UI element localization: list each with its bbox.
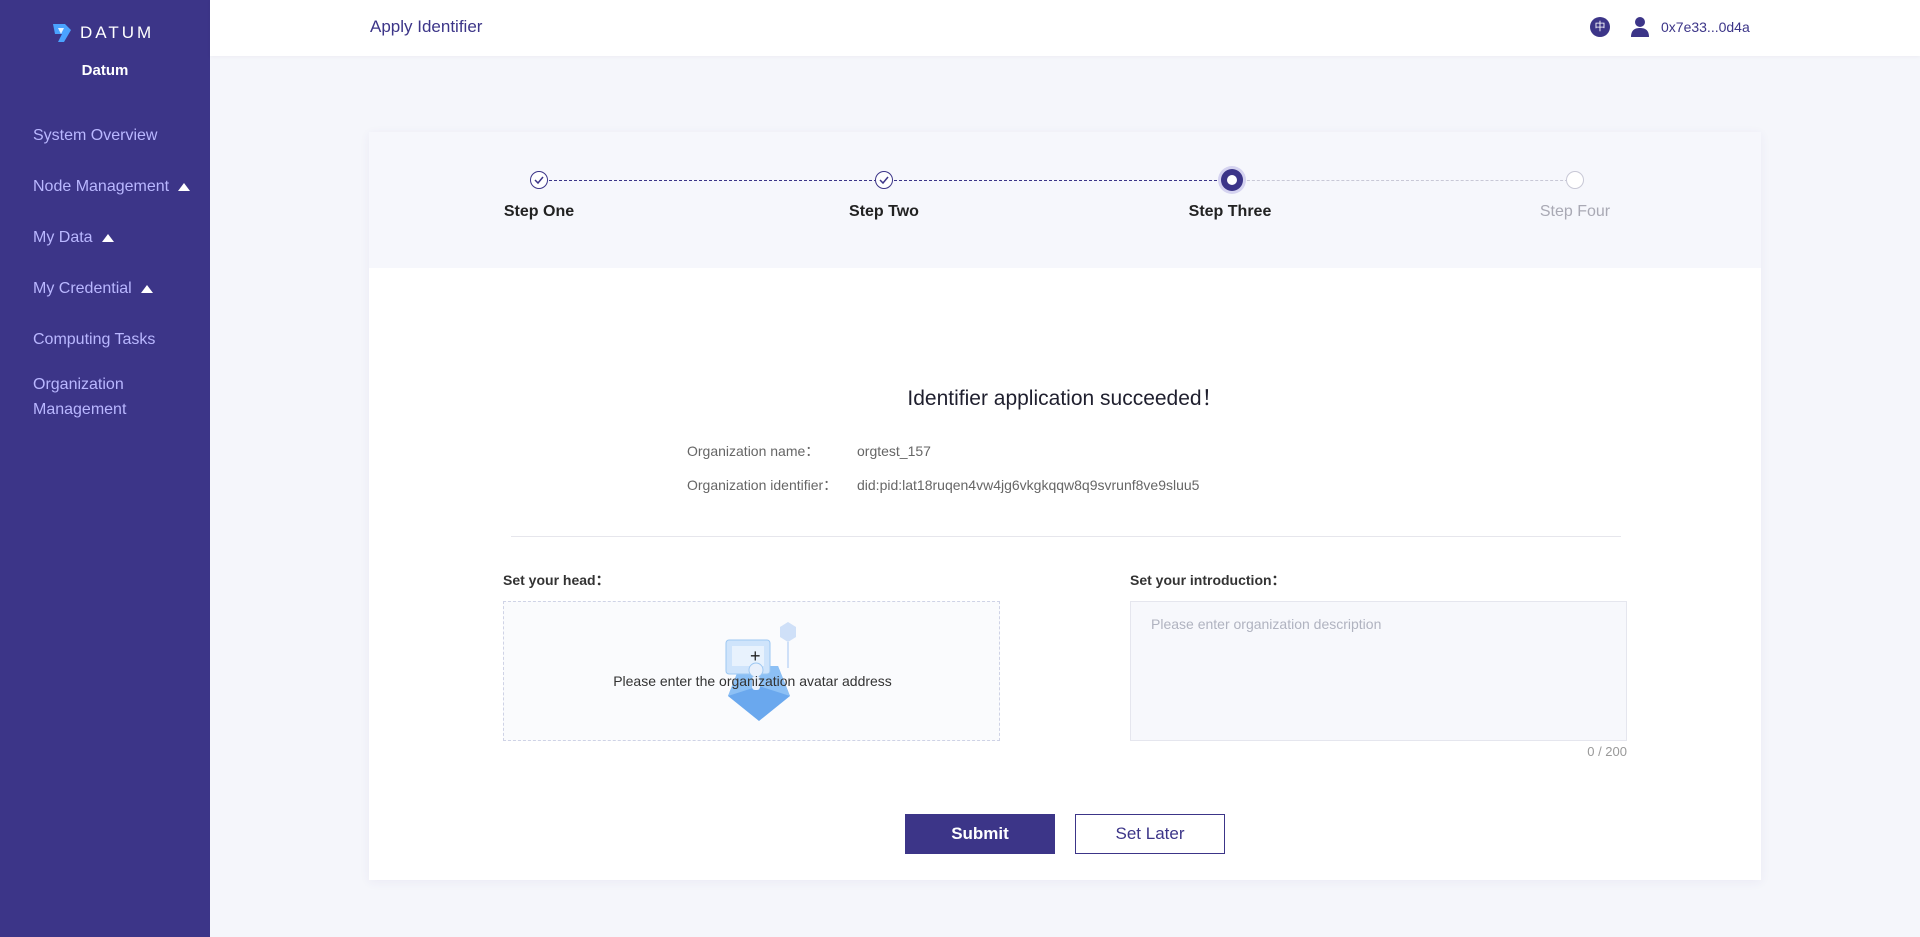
page-title: Apply Identifier — [370, 17, 483, 36]
organization-name-row: Organization name： orgtest_157 — [687, 441, 931, 461]
step-one-label: Step One — [503, 203, 575, 220]
brand-name: DATUM — [80, 23, 155, 42]
organization-identifier-row: Organization identifier： did:pid:lat18ruq… — [687, 475, 1199, 495]
sidebar-item-my-data[interactable]: My Data — [33, 227, 203, 249]
avatar-address-hint: Please enter the organization avatar add… — [613, 673, 892, 689]
logo: DATUM — [50, 22, 154, 44]
step-four-pending-icon — [1566, 171, 1584, 189]
step-two-label: Step Two — [849, 203, 919, 220]
datum-logo-icon — [53, 24, 71, 42]
avatar-upload[interactable]: + Please enter the organization avatar a… — [503, 601, 1000, 741]
sidebar-item-label: Node Management — [33, 178, 170, 195]
language-switch-icon[interactable]: 中 — [1590, 17, 1610, 37]
step-one-check-icon — [530, 171, 548, 189]
steps-progress: Step One Step Two Step Three Step Four — [369, 132, 1761, 268]
organization-identifier-label: Organization identifier： — [687, 477, 838, 493]
top-header: Apply Identifier 中 0x7e33...0d4a — [210, 0, 1920, 56]
step-connector-todo — [1232, 180, 1578, 181]
introduction-textarea[interactable] — [1130, 601, 1627, 741]
sidebar-nav: System Overview Node Management My Data … — [33, 125, 203, 451]
sidebar-item-my-credential[interactable]: My Credential — [33, 278, 203, 300]
wallet-address[interactable]: 0x7e33...0d4a — [1661, 19, 1750, 35]
organization-title: Datum — [81, 62, 129, 79]
step-two-check-icon — [875, 171, 893, 189]
step-three-active-icon — [1221, 169, 1243, 191]
character-counter: 0 / 200 — [1587, 744, 1627, 759]
apply-identifier-card: Step One Step Two Step Three Step Four I… — [369, 132, 1761, 880]
sidebar-item-computing-tasks[interactable]: Computing Tasks — [33, 329, 203, 351]
sidebar: DATUM Datum System Overview Node Managem… — [0, 0, 210, 937]
divider — [511, 536, 1621, 537]
step-three-label: Step Three — [1188, 203, 1272, 220]
success-message: Identifier application succeeded！ — [907, 387, 1223, 410]
avatar-placeholder-icon — [725, 622, 796, 721]
caret-up-icon — [178, 183, 191, 191]
introduction-field-label: Set your introduction： — [1130, 572, 1286, 588]
sidebar-item-node-management[interactable]: Node Management — [33, 176, 203, 198]
caret-up-icon — [101, 234, 114, 242]
sidebar-item-organization-management[interactable]: Organization Management — [33, 372, 203, 422]
sidebar-item-label: My Data — [33, 229, 93, 246]
sidebar-item-label: Organization Management — [33, 376, 127, 418]
sidebar-item-label: System Overview — [33, 127, 158, 144]
sidebar-item-system-overview[interactable]: System Overview — [33, 125, 203, 147]
sidebar-item-label: Computing Tasks — [33, 331, 156, 348]
organization-name-value: orgtest_157 — [857, 443, 931, 459]
set-later-button[interactable]: Set Later — [1075, 814, 1225, 854]
sidebar-item-label: My Credential — [33, 280, 132, 297]
plus-icon: + — [750, 646, 761, 666]
step-four-label: Step Four — [1539, 203, 1611, 220]
caret-up-icon — [140, 285, 153, 293]
user-icon[interactable] — [1630, 16, 1650, 38]
organization-name-label: Organization name： — [687, 443, 820, 459]
head-field-label: Set your head： — [503, 572, 610, 588]
submit-button[interactable]: Submit — [905, 814, 1055, 854]
organization-identifier-value: did:pid:lat18ruqen4vw4jg6vkgkqqw8q9svrun… — [857, 477, 1200, 493]
